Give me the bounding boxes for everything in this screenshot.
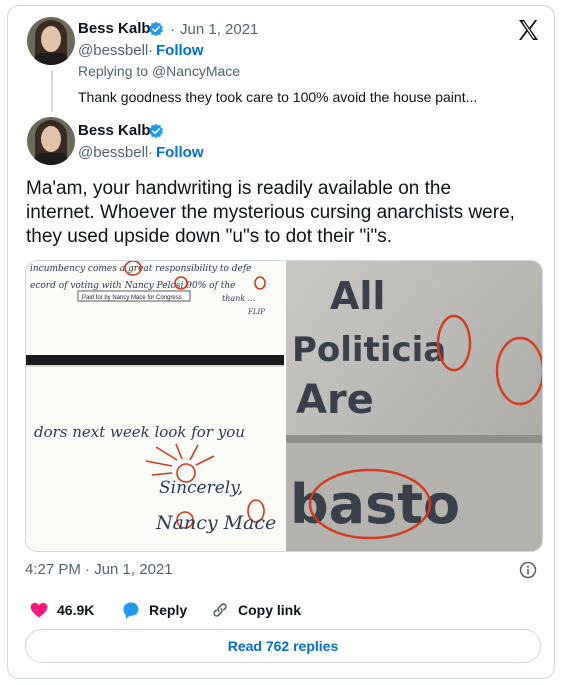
follow-button[interactable]: Follow: [156, 144, 204, 161]
avatar[interactable]: [27, 17, 75, 65]
author-handle[interactable]: @bessbell: [78, 42, 148, 59]
paid-for-label: Paid for by Nancy Mace for Congress: [82, 295, 182, 301]
separator: ·: [148, 42, 153, 59]
copy-link-label: Copy link: [238, 602, 302, 618]
letter-signature: Nancy Mace: [155, 512, 276, 534]
author-name[interactable]: Bess Kalb: [78, 20, 151, 37]
link-icon: [213, 603, 227, 617]
like-count: 46.9K: [57, 602, 95, 618]
separator: ·: [170, 21, 175, 38]
tweet-date[interactable]: Jun 1, 2021: [180, 21, 258, 38]
tweet-text-line: Ma'am, your handwriting is readily avail…: [26, 178, 452, 199]
replying-prefix: Replying to: [78, 63, 149, 79]
read-replies-button[interactable]: Read 762 replies: [25, 629, 541, 663]
author-name[interactable]: Bess Kalb: [78, 122, 151, 139]
verified-badge-icon: [149, 21, 163, 37]
thread-line: [51, 70, 53, 112]
graffiti-line: Politicia: [292, 330, 446, 370]
reply-button[interactable]: Reply: [121, 600, 187, 620]
reply-label: Reply: [149, 602, 188, 618]
like-button[interactable]: 46.9K: [29, 600, 94, 620]
tweet-text-line: they used upside down "u"s to dot their …: [26, 226, 393, 247]
follow-button[interactable]: Follow: [156, 42, 204, 59]
x-logo-icon[interactable]: [516, 18, 540, 42]
replying-to-handle[interactable]: @NancyMace: [152, 63, 240, 79]
graffiti-sidewalk-image[interactable]: All Politicia Are basto: [286, 261, 542, 551]
graffiti-line: All: [330, 274, 385, 318]
graffiti-line: basto: [290, 473, 460, 536]
letter-line: ecord of voting with Nancy Pelosi 90% of…: [30, 281, 235, 291]
verified-badge-icon: [149, 123, 163, 139]
separator: ·: [148, 144, 153, 161]
info-icon[interactable]: [518, 560, 538, 580]
letter-drawing: incumbency comes a great responsibility …: [26, 261, 284, 534]
letter-flip: FLIP: [247, 308, 265, 316]
parent-tweet-text: Thank goodness they took care to 100% av…: [78, 89, 478, 105]
graffiti-line: Are: [296, 377, 374, 423]
tweet-media[interactable]: incumbency comes a great responsibility …: [25, 260, 543, 552]
tweet-timestamp[interactable]: 4:27 PM · Jun 1, 2021: [25, 561, 173, 578]
tweet-text: Ma'am, your handwriting is readily avail…: [26, 177, 536, 249]
letter-closing: Sincerely,: [159, 478, 243, 498]
heart-icon: [30, 602, 48, 618]
tweet-text-line: internet. Whoever the mysterious cursing…: [26, 202, 515, 223]
author-handle[interactable]: @bessbell: [78, 144, 148, 161]
copy-link-button[interactable]: Copy link: [210, 600, 301, 620]
replying-to-label: Replying to @NancyMace: [78, 63, 240, 79]
handwritten-letter-image[interactable]: incumbency comes a great responsibility …: [26, 261, 284, 551]
graffiti-drawing: All Politicia Are basto: [286, 261, 542, 551]
letter-thanks: thank ...: [222, 294, 255, 303]
letter-line: dors next week look for you: [34, 423, 245, 441]
avatar[interactable]: [27, 117, 75, 165]
reply-bubble-icon: [123, 602, 139, 619]
